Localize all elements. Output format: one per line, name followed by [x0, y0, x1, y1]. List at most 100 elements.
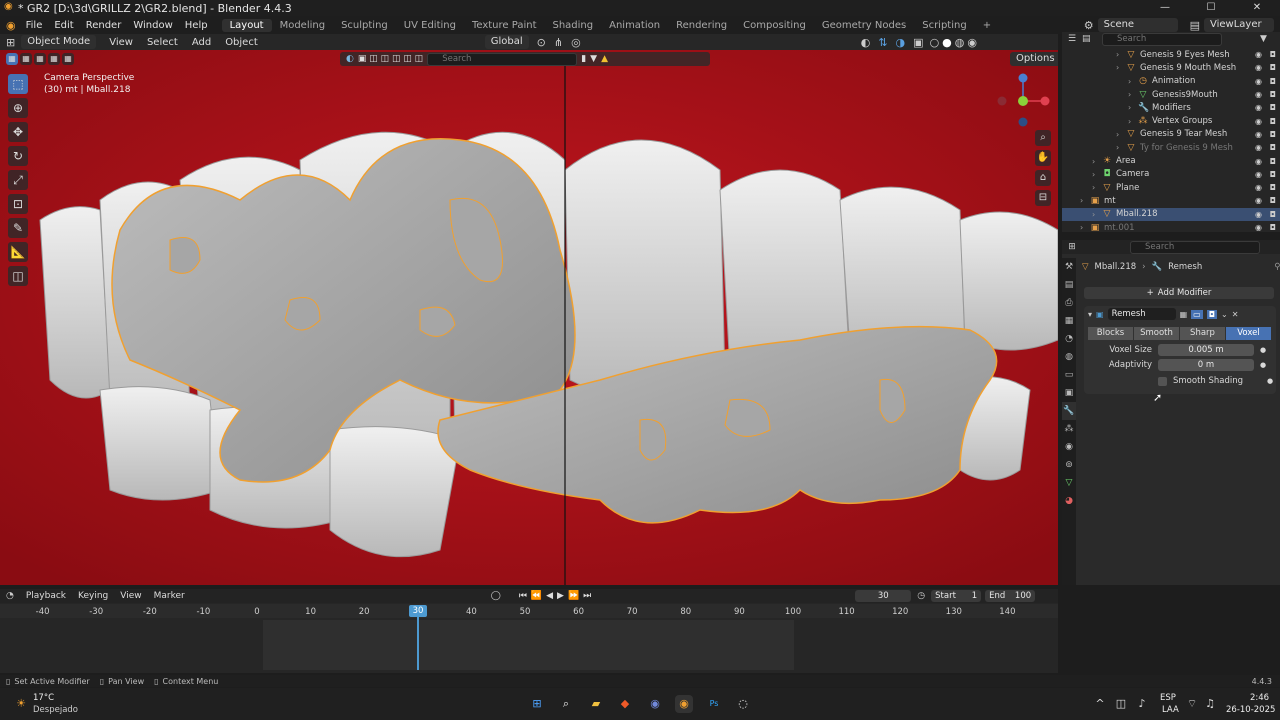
volume-icon[interactable]: ♫ — [1201, 695, 1219, 713]
shading-solid-icon[interactable]: ● — [942, 36, 952, 49]
physics-tab-icon[interactable]: ◉ — [1062, 438, 1076, 456]
menu-object[interactable]: Object — [218, 37, 265, 48]
modifier-name-field[interactable]: Remesh — [1107, 308, 1176, 320]
clock-time[interactable]: 2:46 — [1250, 693, 1269, 703]
mode-blocks[interactable]: Blocks — [1088, 327, 1133, 340]
smooth-shading-checkbox[interactable] — [1158, 376, 1167, 386]
menu-playback[interactable]: Playback — [20, 591, 72, 601]
render-icon[interactable]: ◘ — [1206, 309, 1218, 319]
move-icon[interactable]: ✥ — [8, 122, 28, 142]
menu-view[interactable]: View — [102, 37, 140, 48]
end-frame-field[interactable]: End 100 — [985, 590, 1036, 602]
visibility-eye-icon[interactable]: ◉ — [1255, 103, 1262, 112]
expand-chevron-icon[interactable]: › — [1128, 77, 1138, 86]
add-modifier-button[interactable]: + Add Modifier — [1084, 287, 1274, 299]
render-camera-icon[interactable]: ◘ — [1270, 117, 1276, 126]
render-camera-icon[interactable]: ◘ — [1270, 50, 1276, 59]
properties-search-input[interactable] — [1130, 240, 1260, 254]
snap-icon[interactable]: ⋔ — [554, 36, 563, 49]
menu-window[interactable]: Window — [127, 20, 178, 31]
menu-file[interactable]: File — [20, 20, 49, 31]
menu-timeline-view[interactable]: View — [114, 591, 147, 601]
visibility-eye-icon[interactable]: ◉ — [1255, 117, 1262, 126]
render-camera-icon[interactable]: ◘ — [1270, 157, 1276, 166]
current-frame-field[interactable]: 30 — [855, 590, 912, 602]
render-camera-icon[interactable]: ◘ — [1270, 196, 1276, 205]
outliner-row[interactable]: › ▽ Genesis 9 Tear Mesh ◉ ◘ — [1062, 128, 1280, 141]
tab-rendering[interactable]: Rendering — [668, 19, 735, 32]
photoshop-icon[interactable]: Ps — [705, 695, 723, 713]
visibility-eye-icon[interactable]: ◉ — [1255, 196, 1262, 205]
mode-smooth[interactable]: Smooth — [1134, 327, 1179, 340]
brave-browser-icon[interactable]: ◆ — [616, 695, 634, 713]
bookmark-icon[interactable]: ▮ — [581, 54, 586, 64]
visibility-eye-icon[interactable]: ◉ — [1255, 157, 1262, 166]
object-types-icon[interactable]: ▣ ◫ ◫ ◫ ◫ ◫ — [358, 54, 423, 64]
auto-key-icon[interactable]: ◯ — [491, 591, 501, 601]
modifier-menu-icon[interactable]: ⌄ — [1221, 310, 1228, 319]
keyframe-dot-icon[interactable]: ● — [1267, 377, 1273, 385]
3d-viewport[interactable]: Camera Perspective (30) mt | Mball.218 ▦… — [0, 50, 1058, 585]
weather-icon[interactable]: ☀ — [12, 695, 30, 713]
outliner-row[interactable]: › ▣ mt.001 ◉ ◘ — [1062, 221, 1280, 234]
timeline-ruler[interactable]: -40 -30 -20 -10 0 10 20 30 40 50 60 70 80 90 100 110 120… — [0, 604, 1058, 618]
material-tab-icon[interactable]: ◕ — [1062, 492, 1076, 510]
blender-menu-icon[interactable]: ◉ — [0, 19, 20, 32]
cursor-icon[interactable]: ⊕ — [8, 98, 28, 118]
outliner-funnel-icon[interactable]: ▼ — [1260, 34, 1267, 44]
select-intersect-icon[interactable]: ▦ — [62, 53, 74, 65]
keyboard-layout-label[interactable]: LAA — [1162, 705, 1179, 715]
menu-edit[interactable]: Edit — [48, 20, 79, 31]
playhead-label[interactable]: 30 — [409, 605, 427, 617]
render-camera-icon[interactable]: ◘ — [1270, 90, 1276, 99]
zoom-icon[interactable]: ⌕ — [1035, 130, 1051, 146]
maximize-icon[interactable]: ☐ — [1188, 0, 1234, 16]
windows-start-icon[interactable]: ⊞ — [528, 695, 546, 713]
outliner-search-input[interactable] — [1102, 32, 1222, 46]
voxel-size-field[interactable]: 0.005 m — [1158, 344, 1254, 356]
minimize-icon[interactable]: — — [1142, 0, 1188, 16]
transform-icon[interactable]: ⊡ — [8, 194, 28, 214]
select-box-mode-icon[interactable]: ▦ — [6, 53, 18, 65]
render-camera-icon[interactable]: ◘ — [1270, 130, 1276, 139]
constraints-tab-icon[interactable]: ⊚ — [1062, 456, 1076, 474]
add-workspace-icon[interactable]: + — [975, 19, 999, 32]
menu-keying[interactable]: Keying — [72, 591, 114, 601]
outliner-row[interactable]: › ◘ Camera ◉ ◘ — [1062, 168, 1280, 181]
expand-chevron-icon[interactable]: › — [1128, 117, 1138, 126]
annotate-icon[interactable]: ✎ — [8, 218, 28, 238]
viewport-search-input[interactable] — [427, 52, 578, 66]
tab-sculpting[interactable]: Sculpting — [333, 19, 396, 32]
menu-marker[interactable]: Marker — [148, 591, 191, 601]
camera-view-icon[interactable]: ⌂ — [1035, 170, 1051, 186]
visibility-eye-icon[interactable]: ◉ — [1255, 183, 1262, 192]
add-cube-icon[interactable]: ◫ — [8, 266, 28, 286]
gizmo-icon[interactable]: ⇅ — [878, 36, 887, 49]
tab-uv-editing[interactable]: UV Editing — [396, 19, 464, 32]
tool-tab-icon[interactable]: ⚒ — [1062, 258, 1076, 276]
visibility-icon[interactable]: ◐ — [861, 36, 871, 49]
visibility-eye-icon[interactable]: ◉ — [1255, 50, 1262, 59]
language-label[interactable]: ESP — [1160, 693, 1176, 703]
visibility-eye-icon[interactable]: ◉ — [1255, 210, 1262, 219]
expand-chevron-icon[interactable]: › — [1092, 157, 1102, 166]
object-tab-icon[interactable]: ▣ — [1062, 384, 1076, 402]
outliner-row[interactable]: › 🔧 Modifiers ◉ ◘ — [1062, 101, 1280, 114]
outliner-row[interactable]: › ▽ Plane ◉ ◘ — [1062, 181, 1280, 194]
data-tab-icon[interactable]: ▽ — [1062, 474, 1076, 492]
modifier-close-icon[interactable]: ✕ — [1232, 310, 1239, 319]
blender-taskbar-icon[interactable]: ◉ — [675, 695, 693, 713]
menu-select[interactable]: Select — [140, 37, 185, 48]
app-icon[interactable]: ◌ — [734, 695, 752, 713]
shading-wire-icon[interactable]: ○ — [930, 36, 940, 49]
output-tab-icon[interactable]: ⎙ — [1062, 294, 1076, 312]
select-invert-icon[interactable]: ▦ — [48, 53, 60, 65]
playback-controls[interactable]: ⏮⏪◀▶⏩⏭ — [519, 591, 595, 601]
outliner-row[interactable]: › ▽ Genesis 9 Eyes Mesh ◉ ◘ — [1062, 48, 1280, 61]
expand-chevron-icon[interactable]: › — [1092, 210, 1102, 219]
particles-tab-icon[interactable]: ⁂ — [1062, 420, 1076, 438]
visibility-eye-icon[interactable]: ◉ — [1255, 223, 1262, 232]
filter-funnel-icon[interactable]: ▼ — [590, 54, 597, 64]
select-subtract-icon[interactable]: ▦ — [34, 53, 46, 65]
render-camera-icon[interactable]: ◘ — [1270, 63, 1276, 72]
